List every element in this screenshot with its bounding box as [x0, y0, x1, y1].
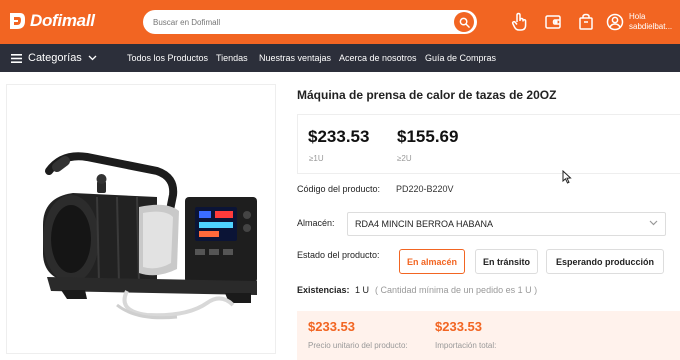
product-code-label: Código del producto: — [297, 184, 381, 194]
product-title: Máquina de prensa de calor de tazas de 2… — [297, 88, 557, 102]
mouse-cursor-icon — [562, 170, 572, 184]
price-tier-1-qty: ≥1U — [309, 154, 324, 163]
brand-name: Dofimall — [30, 11, 95, 30]
product-code-value: PD220-B220V — [396, 184, 454, 194]
categories-menu[interactable]: Categorías — [11, 44, 97, 72]
status-option-in-transit[interactable]: En tránsito — [475, 249, 538, 274]
hamburger-icon — [11, 53, 22, 63]
user-name: sabdielbat... — [629, 22, 673, 31]
brand-logo[interactable]: Dofimall — [8, 11, 95, 31]
stock-value: 1 U — [355, 285, 370, 295]
nav-item-about-us[interactable]: Acerca de nosotros — [339, 44, 417, 72]
nav-item-advantages[interactable]: Nuestras ventajas — [259, 44, 331, 72]
user-greeting-hello: Hola — [629, 12, 646, 21]
top-header: Dofimall Buscar en Dofimall Hola sabdiel… — [0, 0, 680, 44]
unit-price-label: Precio unitario del producto: — [308, 341, 408, 350]
chevron-down-icon — [88, 55, 97, 61]
warehouse-select[interactable]: RDA4 MINCIN BERROA HABANA — [347, 212, 666, 236]
stock-label: Existencias: — [297, 285, 350, 295]
totals-panel: $233.53 Precio unitario del producto: $2… — [297, 311, 680, 360]
search-bar — [143, 10, 477, 34]
main-nav: Categorías Todos los Productos Tiendas N… — [0, 44, 680, 72]
price-tier-2-qty: ≥2U — [397, 154, 412, 163]
nav-item-stores[interactable]: Tiendas — [216, 44, 248, 72]
price-tier-1-amount: $233.53 — [308, 127, 370, 146]
mug-press-illustration — [43, 152, 257, 320]
nav-item-all-products[interactable]: Todos los Productos — [127, 44, 208, 72]
status-option-awaiting-production[interactable]: Esperando producción — [546, 249, 664, 274]
total-price-label: Importación total: — [435, 341, 497, 350]
categories-label: Categorías — [28, 52, 82, 64]
search-icon — [459, 17, 470, 28]
user-greeting[interactable]: Hola sabdielbat... — [629, 12, 672, 32]
unit-price-value: $233.53 — [308, 319, 355, 334]
nav-item-shopping-guide[interactable]: Guía de Compras — [425, 44, 496, 72]
search-input[interactable] — [153, 10, 443, 34]
hand-pointer-icon[interactable] — [510, 12, 530, 32]
price-tiers: $233.53 ≥1U $155.69 ≥2U — [297, 114, 680, 174]
user-account-icon[interactable] — [605, 12, 625, 32]
shopping-bag-icon[interactable] — [576, 12, 596, 32]
product-image[interactable] — [6, 84, 276, 354]
status-label: Estado del producto: — [297, 250, 380, 260]
search-button[interactable] — [454, 12, 474, 32]
chevron-down-icon — [649, 220, 658, 226]
status-option-in-stock[interactable]: En almacén — [399, 249, 465, 274]
price-tier-2-amount: $155.69 — [397, 127, 459, 146]
minimum-order-note: ( Cantidad mínima de un pedido es 1 U ) — [375, 285, 538, 295]
wallet-icon[interactable] — [543, 12, 563, 32]
warehouse-label: Almacén: — [297, 218, 335, 228]
logo-mark-icon — [10, 13, 25, 29]
warehouse-selected-value: RDA4 MINCIN BERROA HABANA — [355, 219, 494, 229]
total-price-value: $233.53 — [435, 319, 482, 334]
